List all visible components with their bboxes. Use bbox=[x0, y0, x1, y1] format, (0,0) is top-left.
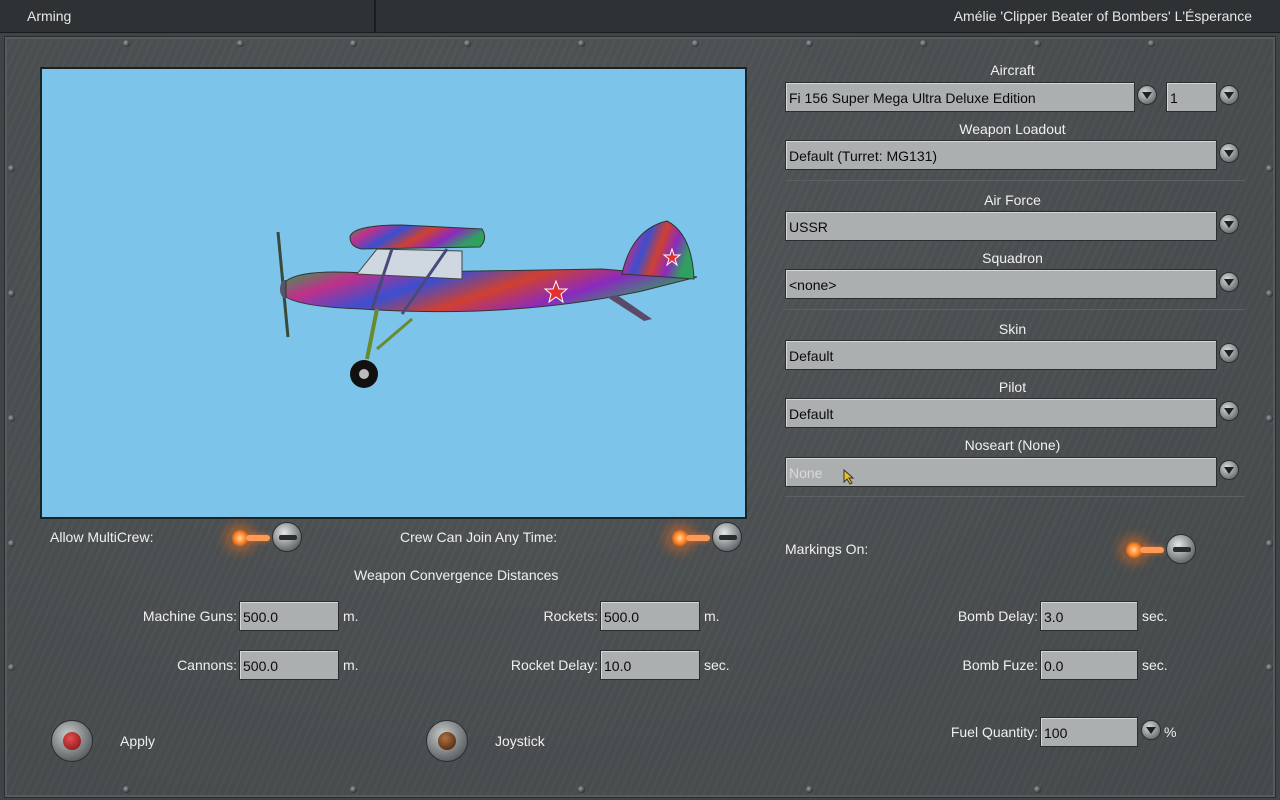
rivet-icon bbox=[578, 40, 585, 47]
rivet-icon bbox=[1034, 786, 1041, 793]
rivet-icon bbox=[8, 540, 15, 547]
rivet-icon bbox=[920, 40, 927, 47]
allow-multicrew-label: Allow MultiCrew: bbox=[50, 529, 154, 545]
rockets-unit: m. bbox=[704, 608, 720, 624]
skin-select[interactable]: Default bbox=[785, 340, 1217, 370]
bomb-fuze-unit: sec. bbox=[1142, 657, 1168, 673]
lamp-bar-icon bbox=[1140, 547, 1164, 553]
switch-knob-icon bbox=[272, 522, 302, 552]
weapon-loadout-dropdown-icon[interactable] bbox=[1219, 143, 1239, 163]
divider bbox=[785, 496, 1245, 497]
squadron-label: Squadron bbox=[982, 250, 1043, 266]
aircraft-label: Aircraft bbox=[990, 62, 1035, 78]
cannons-input[interactable]: 500.0 bbox=[239, 650, 339, 680]
aircraft-count-select[interactable]: 1 bbox=[1166, 82, 1217, 112]
joystick-button[interactable] bbox=[426, 720, 468, 762]
divider bbox=[785, 180, 1245, 181]
aircraft-model-icon bbox=[276, 220, 698, 388]
titlebar-right: Amélie 'Clipper Beater of Bombers' L'Ésp… bbox=[376, 0, 1280, 33]
lamp-bar-icon bbox=[686, 535, 710, 541]
rivet-icon bbox=[350, 40, 357, 47]
rivet-icon bbox=[1266, 540, 1273, 547]
pilot-label: Pilot bbox=[998, 379, 1027, 395]
rivet-icon bbox=[8, 664, 15, 671]
aircraft-count-dropdown-icon[interactable] bbox=[1219, 85, 1239, 105]
rivet-icon bbox=[237, 40, 244, 47]
machine-guns-label: Machine Guns: bbox=[142, 608, 237, 624]
bomb-delay-unit: sec. bbox=[1142, 608, 1168, 624]
rivet-icon bbox=[1148, 40, 1155, 47]
rockets-label: Rockets: bbox=[543, 608, 598, 624]
rivet-icon bbox=[1034, 40, 1041, 47]
rivet-icon bbox=[1266, 415, 1273, 422]
air-force-label: Air Force bbox=[984, 192, 1041, 208]
rocket-delay-unit: sec. bbox=[704, 657, 730, 673]
titlebar-left: Arming bbox=[0, 0, 376, 33]
fuel-input[interactable]: 100 bbox=[1040, 717, 1138, 747]
markings-on-toggle[interactable] bbox=[1120, 534, 1196, 568]
rivet-icon bbox=[350, 786, 357, 793]
noseart-dropdown-icon[interactable] bbox=[1219, 460, 1239, 480]
rockets-input[interactable]: 500.0 bbox=[600, 601, 700, 631]
cannons-label: Cannons: bbox=[177, 657, 237, 673]
rivet-icon bbox=[1266, 290, 1273, 297]
rivet-icon bbox=[1266, 165, 1273, 172]
divider bbox=[785, 309, 1245, 310]
crew-join-toggle[interactable] bbox=[666, 522, 742, 556]
machine-guns-input[interactable]: 500.0 bbox=[239, 601, 339, 631]
skin-label: Skin bbox=[998, 321, 1027, 337]
markings-on-label: Markings On: bbox=[785, 541, 869, 557]
apply-label[interactable]: Apply bbox=[120, 733, 155, 749]
rivet-icon bbox=[123, 786, 130, 793]
rivet-icon bbox=[1266, 664, 1273, 671]
rivet-icon bbox=[8, 415, 15, 422]
allow-multicrew-toggle[interactable] bbox=[226, 522, 302, 556]
squadron-dropdown-icon[interactable] bbox=[1219, 272, 1239, 292]
pilot-select[interactable]: Default bbox=[785, 398, 1217, 428]
apply-button[interactable] bbox=[51, 720, 93, 762]
fuel-dropdown-icon[interactable] bbox=[1141, 720, 1161, 740]
rivet-icon bbox=[806, 40, 813, 47]
weapon-loadout-select[interactable]: Default (Turret: MG131) bbox=[785, 140, 1217, 170]
aircraft-dropdown-icon[interactable] bbox=[1137, 85, 1157, 105]
switch-knob-icon bbox=[712, 522, 742, 552]
fuel-label: Fuel Quantity: bbox=[950, 724, 1038, 740]
window-title: Arming bbox=[27, 8, 72, 24]
squadron-select[interactable]: <none> bbox=[785, 269, 1217, 299]
air-force-select[interactable]: USSR bbox=[785, 211, 1217, 241]
cannons-unit: m. bbox=[343, 657, 359, 673]
noseart-label: Noseart (None) bbox=[964, 437, 1061, 453]
crew-join-label: Crew Can Join Any Time: bbox=[400, 529, 558, 545]
air-force-dropdown-icon[interactable] bbox=[1219, 214, 1239, 234]
machine-guns-unit: m. bbox=[343, 608, 359, 624]
aircraft-preview[interactable] bbox=[40, 67, 747, 519]
lamp-bar-icon bbox=[246, 535, 270, 541]
cursor-icon bbox=[843, 469, 855, 485]
bomb-fuze-label: Bomb Fuze: bbox=[962, 657, 1038, 673]
rocket-delay-input[interactable]: 10.0 bbox=[600, 650, 700, 680]
bomb-delay-label: Bomb Delay: bbox=[957, 608, 1038, 624]
pilot-dropdown-icon[interactable] bbox=[1219, 401, 1239, 421]
rivet-icon bbox=[578, 786, 585, 793]
bomb-fuze-input[interactable]: 0.0 bbox=[1040, 650, 1138, 680]
bomb-delay-input[interactable]: 3.0 bbox=[1040, 601, 1138, 631]
fuel-unit: % bbox=[1164, 724, 1177, 740]
joystick-lamp-icon bbox=[438, 732, 456, 750]
joystick-label[interactable]: Joystick bbox=[495, 733, 545, 749]
apply-lamp-icon bbox=[63, 732, 81, 750]
rocket-delay-label: Rocket Delay: bbox=[510, 657, 598, 673]
rivet-icon bbox=[692, 40, 699, 47]
switch-knob-icon bbox=[1166, 534, 1196, 564]
rivet-icon bbox=[806, 786, 813, 793]
rivet-icon bbox=[8, 290, 15, 297]
weapon-loadout-label: Weapon Loadout bbox=[959, 121, 1066, 137]
rivet-icon bbox=[8, 165, 15, 172]
convergence-heading: Weapon Convergence Distances bbox=[354, 567, 559, 583]
pilot-name: Amélie 'Clipper Beater of Bombers' L'Ésp… bbox=[953, 8, 1252, 24]
skin-dropdown-icon[interactable] bbox=[1219, 343, 1239, 363]
aircraft-select[interactable]: Fi 156 Super Mega Ultra Deluxe Edition bbox=[785, 82, 1135, 112]
rivet-icon bbox=[123, 40, 130, 47]
rivet-icon bbox=[464, 40, 471, 47]
